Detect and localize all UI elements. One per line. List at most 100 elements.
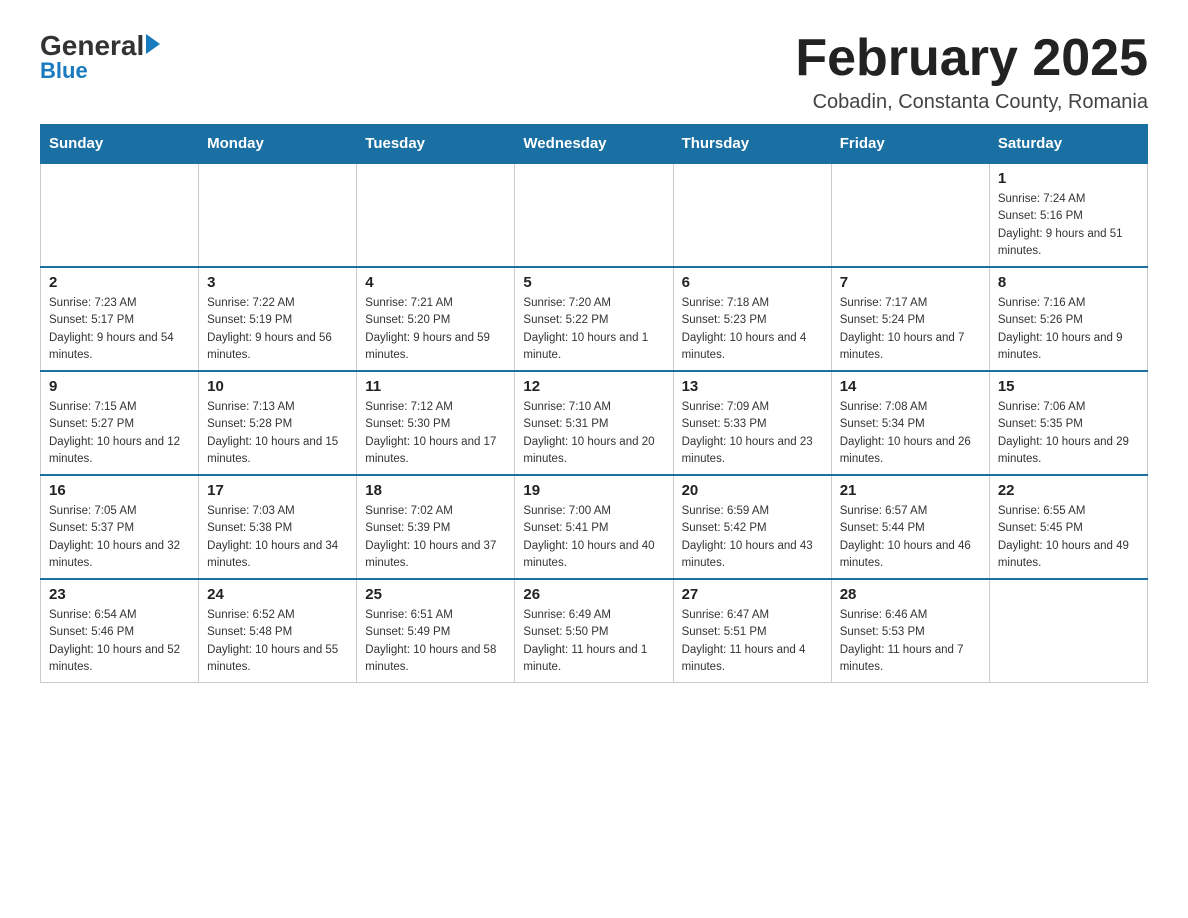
day-info: Sunrise: 7:17 AMSunset: 5:24 PMDaylight:… [840, 295, 981, 364]
day-number: 5 [523, 274, 664, 291]
sunset-text: Sunset: 5:39 PM [365, 520, 506, 537]
day-number: 15 [998, 378, 1139, 395]
sunset-text: Sunset: 5:48 PM [207, 624, 348, 641]
sunrise-text: Sunrise: 6:49 AM [523, 607, 664, 624]
day-number: 12 [523, 378, 664, 395]
day-info: Sunrise: 7:00 AMSunset: 5:41 PMDaylight:… [523, 503, 664, 572]
daylight-text: Daylight: 9 hours and 59 minutes. [365, 330, 506, 365]
weekday-header-monday: Monday [199, 125, 357, 164]
sunrise-text: Sunrise: 6:51 AM [365, 607, 506, 624]
calendar-body: 1Sunrise: 7:24 AMSunset: 5:16 PMDaylight… [41, 163, 1148, 683]
sunrise-text: Sunrise: 7:22 AM [207, 295, 348, 312]
day-info: Sunrise: 7:10 AMSunset: 5:31 PMDaylight:… [523, 399, 664, 468]
day-info: Sunrise: 7:16 AMSunset: 5:26 PMDaylight:… [998, 295, 1139, 364]
calendar-cell: 7Sunrise: 7:17 AMSunset: 5:24 PMDaylight… [831, 267, 989, 371]
sunrise-text: Sunrise: 7:21 AM [365, 295, 506, 312]
weekday-header-friday: Friday [831, 125, 989, 164]
calendar-cell [357, 163, 515, 267]
weekday-header-sunday: Sunday [41, 125, 199, 164]
day-info: Sunrise: 7:03 AMSunset: 5:38 PMDaylight:… [207, 503, 348, 572]
daylight-text: Daylight: 10 hours and 58 minutes. [365, 642, 506, 677]
daylight-text: Daylight: 10 hours and 43 minutes. [682, 538, 823, 573]
sunrise-text: Sunrise: 7:00 AM [523, 503, 664, 520]
day-number: 22 [998, 482, 1139, 499]
calendar-cell: 20Sunrise: 6:59 AMSunset: 5:42 PMDayligh… [673, 475, 831, 579]
calendar-cell [515, 163, 673, 267]
day-info: Sunrise: 7:05 AMSunset: 5:37 PMDaylight:… [49, 503, 190, 572]
calendar-cell: 17 Sunrise: 7:03 AMSunset: 5:38 PMDayligh… [199, 475, 357, 579]
day-number: 14 [840, 378, 981, 395]
sunset-text: Sunset: 5:34 PM [840, 416, 981, 433]
calendar-cell [831, 163, 989, 267]
sunrise-text: Sunrise: 6:52 AM [207, 607, 348, 624]
day-info: Sunrise: 7:09 AMSunset: 5:33 PMDaylight:… [682, 399, 823, 468]
day-info: Sunrise: 7:18 AMSunset: 5:23 PMDaylight:… [682, 295, 823, 364]
sunrise-text: Sunrise: 7:08 AM [840, 399, 981, 416]
weekday-header-thursday: Thursday [673, 125, 831, 164]
day-number: 2 [49, 274, 190, 291]
calendar-cell: 12 Sunrise: 7:10 AMSunset: 5:31 PMDayligh… [515, 371, 673, 475]
day-info: Sunrise: 7:22 AMSunset: 5:19 PMDaylight:… [207, 295, 348, 364]
sunset-text: Sunset: 5:26 PM [998, 312, 1139, 329]
sunrise-text: Sunrise: 7:03 AM [207, 503, 348, 520]
sunset-text: Sunset: 5:30 PM [365, 416, 506, 433]
calendar-week-4: 16Sunrise: 7:05 AMSunset: 5:37 PMDayligh… [41, 475, 1148, 579]
calendar-cell: 28Sunrise: 6:46 AMSunset: 5:53 PMDayligh… [831, 579, 989, 683]
calendar-week-3: 9Sunrise: 7:15 AMSunset: 5:27 PMDaylight… [41, 371, 1148, 475]
sunset-text: Sunset: 5:51 PM [682, 624, 823, 641]
sunset-text: Sunset: 5:35 PM [998, 416, 1139, 433]
day-info: Sunrise: 7:12 AMSunset: 5:30 PMDaylight:… [365, 399, 506, 468]
sunset-text: Sunset: 5:49 PM [365, 624, 506, 641]
calendar-cell: 2 Sunrise: 7:23 AMSunset: 5:17 PMDaylight… [41, 267, 199, 371]
sunrise-text: Sunrise: 7:13 AM [207, 399, 348, 416]
calendar-table: SundayMondayTuesdayWednesdayThursdayFrid… [40, 124, 1148, 683]
sunrise-text: Sunrise: 7:23 AM [49, 295, 190, 312]
sunset-text: Sunset: 5:27 PM [49, 416, 190, 433]
calendar-cell: 26Sunrise: 6:49 AMSunset: 5:50 PMDayligh… [515, 579, 673, 683]
sunset-text: Sunset: 5:20 PM [365, 312, 506, 329]
daylight-text: Daylight: 10 hours and 52 minutes. [49, 642, 190, 677]
sunrise-text: Sunrise: 7:15 AM [49, 399, 190, 416]
calendar-cell: 5 Sunrise: 7:20 AMSunset: 5:22 PMDaylight… [515, 267, 673, 371]
calendar-cell: 24Sunrise: 6:52 AMSunset: 5:48 PMDayligh… [199, 579, 357, 683]
daylight-text: Daylight: 10 hours and 37 minutes. [365, 538, 506, 573]
day-number: 17 [207, 482, 348, 499]
sunset-text: Sunset: 5:31 PM [523, 416, 664, 433]
calendar-cell [199, 163, 357, 267]
calendar-cell: 25 Sunrise: 6:51 AMSunset: 5:49 PMDayligh… [357, 579, 515, 683]
day-number: 25 [365, 586, 506, 603]
daylight-text: Daylight: 10 hours and 34 minutes. [207, 538, 348, 573]
daylight-text: Daylight: 11 hours and 7 minutes. [840, 642, 981, 677]
sunset-text: Sunset: 5:37 PM [49, 520, 190, 537]
day-info: Sunrise: 7:06 AMSunset: 5:35 PMDaylight:… [998, 399, 1139, 468]
day-info: Sunrise: 7:13 AMSunset: 5:28 PMDaylight:… [207, 399, 348, 468]
sunrise-text: Sunrise: 7:06 AM [998, 399, 1139, 416]
day-number: 24 [207, 586, 348, 603]
calendar-cell: 27Sunrise: 6:47 AMSunset: 5:51 PMDayligh… [673, 579, 831, 683]
day-info: Sunrise: 7:23 AMSunset: 5:17 PMDaylight:… [49, 295, 190, 364]
weekday-header-tuesday: Tuesday [357, 125, 515, 164]
day-info: Sunrise: 6:51 AMSunset: 5:49 PMDaylight:… [365, 607, 506, 676]
weekday-header-saturday: Saturday [989, 125, 1147, 164]
day-number: 4 [365, 274, 506, 291]
day-number: 20 [682, 482, 823, 499]
day-info: Sunrise: 7:24 AMSunset: 5:16 PMDaylight:… [998, 191, 1139, 260]
day-info: Sunrise: 7:21 AMSunset: 5:20 PMDaylight:… [365, 295, 506, 364]
sunrise-text: Sunrise: 7:05 AM [49, 503, 190, 520]
calendar-cell: 13Sunrise: 7:09 AMSunset: 5:33 PMDayligh… [673, 371, 831, 475]
sunrise-text: Sunrise: 6:46 AM [840, 607, 981, 624]
daylight-text: Daylight: 10 hours and 7 minutes. [840, 330, 981, 365]
calendar-cell [41, 163, 199, 267]
sunrise-text: Sunrise: 7:02 AM [365, 503, 506, 520]
day-info: Sunrise: 6:55 AMSunset: 5:45 PMDaylight:… [998, 503, 1139, 572]
sunrise-text: Sunrise: 7:09 AM [682, 399, 823, 416]
daylight-text: Daylight: 10 hours and 23 minutes. [682, 434, 823, 469]
calendar-cell: 9Sunrise: 7:15 AMSunset: 5:27 PMDaylight… [41, 371, 199, 475]
calendar-cell: 1Sunrise: 7:24 AMSunset: 5:16 PMDaylight… [989, 163, 1147, 267]
calendar-cell: 11Sunrise: 7:12 AMSunset: 5:30 PMDayligh… [357, 371, 515, 475]
daylight-text: Daylight: 10 hours and 4 minutes. [682, 330, 823, 365]
day-number: 27 [682, 586, 823, 603]
calendar-cell: 22 Sunrise: 6:55 AMSunset: 5:45 PMDayligh… [989, 475, 1147, 579]
sunset-text: Sunset: 5:17 PM [49, 312, 190, 329]
day-info: Sunrise: 7:20 AMSunset: 5:22 PMDaylight:… [523, 295, 664, 364]
